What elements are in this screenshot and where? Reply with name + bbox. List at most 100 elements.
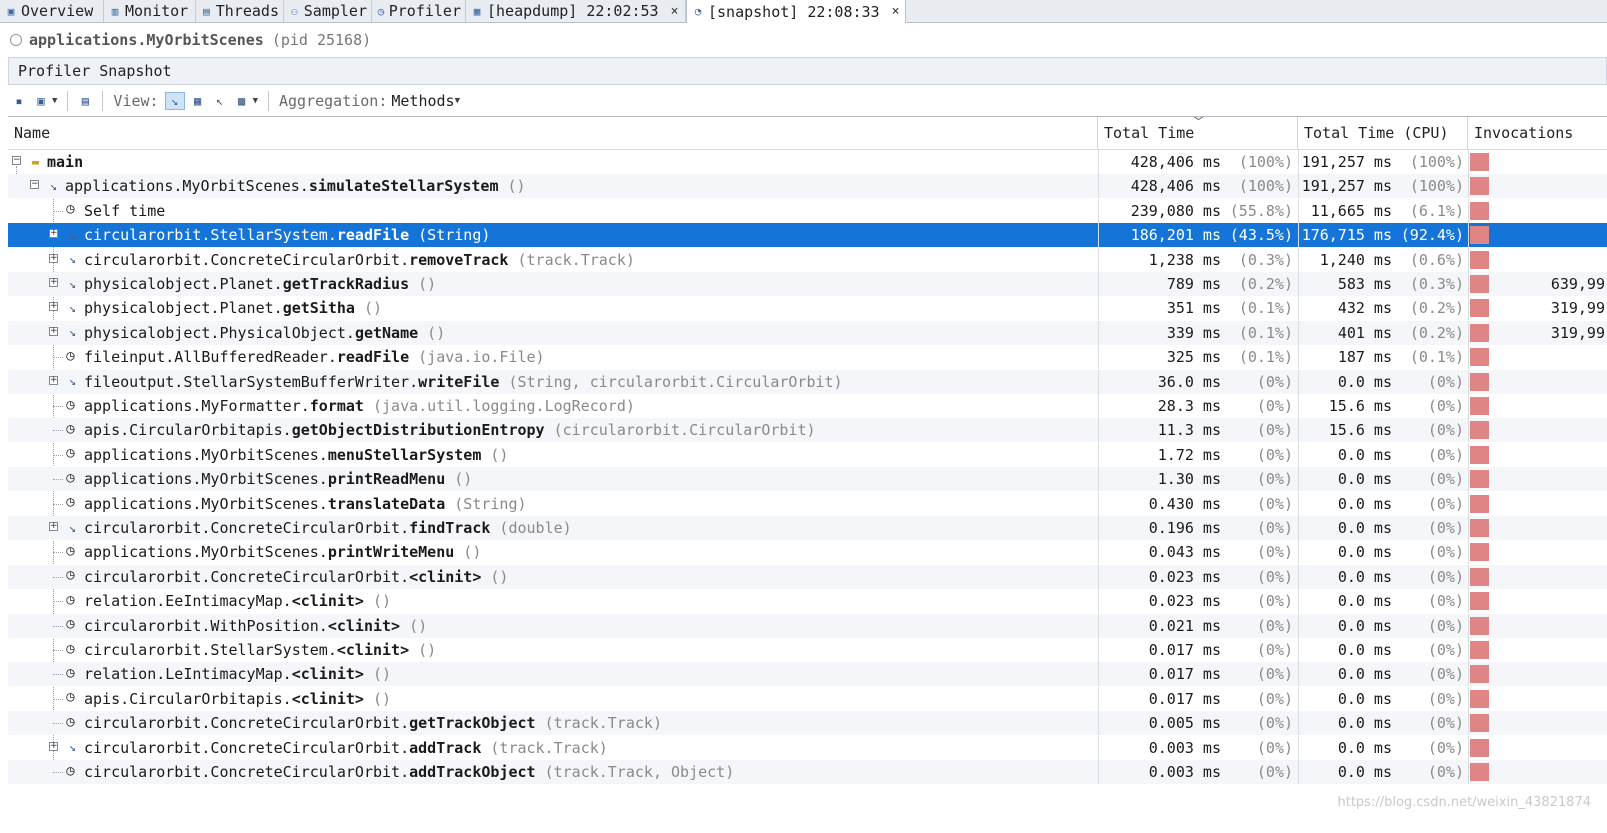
time-bar: [1470, 519, 1489, 537]
table-row[interactable]: ◷ apis.CircularOrbitapis.getObjectDistrib…: [8, 418, 1607, 443]
cpu-time-percent: (0%): [1427, 372, 1464, 391]
class-name: Self time: [84, 201, 166, 220]
cpu-time-value: 0.0 ms: [1337, 763, 1392, 781]
tab-snapshot[interactable]: ◔ [snapshot] 22:08:33 ×: [686, 0, 906, 23]
column-name[interactable]: Name: [8, 117, 1098, 149]
collapse-node-icon[interactable]: −: [12, 156, 21, 165]
table-row[interactable]: − ↘ applications.MyOrbitScenes.simulateSte…: [8, 174, 1607, 199]
method-name: circularorbit.WithPosition.<clinit> (): [84, 614, 427, 638]
view-dropdown-icon[interactable]: ▼: [253, 96, 258, 106]
method-label: getName: [354, 323, 419, 342]
time-bar: [1470, 299, 1489, 318]
total-time-percent: (0%): [1256, 616, 1293, 635]
toolbar-separator: [102, 90, 104, 111]
table-row[interactable]: ◷ circularorbit.ConcreteCircularOrbit.get…: [8, 711, 1607, 736]
self-time-clock-icon: ◷: [66, 567, 75, 584]
self-time-clock-icon: ◷: [66, 396, 75, 413]
invocations-value: [1488, 467, 1607, 491]
method-label: <clinit>: [336, 641, 410, 659]
name-cell: + ↘ physicalobject.PhysicalObject.getName …: [8, 321, 1098, 345]
expand-node-icon[interactable]: +: [49, 522, 58, 531]
method-name: fileinput.AllBufferedReader.readFile (ja…: [84, 345, 545, 369]
table-row[interactable]: ◷ applications.MyOrbitScenes.printReadMen…: [8, 467, 1607, 492]
table-row[interactable]: ◷ applications.MyOrbitScenes.menuStellarS…: [8, 442, 1607, 467]
total-time-value: 11.3 ms: [1157, 421, 1221, 440]
expand-node-icon[interactable]: +: [49, 741, 58, 751]
table-row[interactable]: + ↘ circularorbit.StellarSystem.readFile (…: [8, 223, 1607, 248]
name-cell: ◷ circularorbit.ConcreteCircularOrbit.<cl…: [8, 565, 1098, 589]
table-row[interactable]: ◷ applications.MyOrbitScenes.printWriteMe…: [8, 540, 1607, 565]
time-bar: [1470, 250, 1489, 269]
table-row[interactable]: ◷ applications.MyFormatter.format (java.u…: [8, 394, 1607, 418]
total-time-percent: (0%): [1256, 397, 1293, 415]
table-row[interactable]: + ↘ circularorbit.ConcreteCircularOrbit.ad…: [8, 735, 1607, 760]
method-label: printWriteMenu: [327, 543, 455, 562]
table-row[interactable]: ◷ relation.EeIntimacyMap.<clinit> () 0.023…: [8, 589, 1607, 614]
cpu-time-percent: (0.2%): [1409, 299, 1464, 318]
table-row[interactable]: ◷ circularorbit.ConcreteCircularOrbit.add…: [8, 760, 1607, 784]
method-label: getTrackRadius: [282, 275, 410, 293]
table-row[interactable]: − ▬ main 428,406 ms (100%) 191,257 ms (100%): [8, 150, 1607, 174]
expand-node-icon[interactable]: +: [49, 229, 58, 239]
class-name: circularorbit.StellarSystem.: [84, 226, 337, 245]
expand-node-icon[interactable]: +: [49, 302, 58, 312]
reverse-calls-view-icon[interactable]: ↖: [211, 93, 229, 109]
column-invocations[interactable]: Invocations: [1468, 117, 1607, 149]
table-row[interactable]: ◷ apis.CircularOrbitapis.<clinit> () 0.017…: [8, 686, 1607, 711]
table-row[interactable]: + ↘ physicalobject.PhysicalObject.getName …: [8, 320, 1607, 345]
total-time-value: 0.017 ms: [1148, 665, 1221, 684]
table-row[interactable]: + ↘ circularorbit.ConcreteCircularOrbit.fi…: [8, 516, 1607, 540]
time-bar: [1470, 323, 1489, 342]
table-row[interactable]: + ↘ fileoutput.StellarSystemBufferWriter.w…: [8, 369, 1607, 394]
column-total-time-cpu[interactable]: Total Time (CPU): [1298, 117, 1468, 149]
name-cell: ◷ applications.MyFormatter.format (java.u…: [8, 394, 1098, 418]
table-row[interactable]: ◷ circularorbit.WithPosition.<clinit> () 0…: [8, 613, 1607, 638]
close-tab-icon[interactable]: ×: [892, 4, 900, 19]
total-time-percent: (0%): [1256, 372, 1293, 391]
export-dropdown-icon[interactable]: ▼: [52, 96, 57, 106]
tab-sampler[interactable]: ⚇ Sampler: [284, 0, 372, 22]
expand-node-icon[interactable]: +: [49, 278, 58, 287]
tab-threads[interactable]: ▤ Threads: [196, 0, 284, 22]
column-divider: [1468, 686, 1469, 711]
save-snapshot-icon[interactable]: ▪: [10, 93, 28, 109]
table-row[interactable]: ◷ circularorbit.StellarSystem.<clinit> ()…: [8, 638, 1607, 662]
tab-label: [heapdump] 22:02:53: [487, 2, 659, 20]
method-label: readFile: [336, 226, 410, 245]
tree-branch-line: [53, 650, 63, 651]
collapse-node-icon[interactable]: −: [30, 180, 39, 190]
method-params: (): [445, 470, 473, 489]
method-params: (double): [490, 519, 572, 537]
cpu-time-value: 0.0 ms: [1337, 567, 1392, 586]
tab-heapdump[interactable]: ▦ [heapdump] 22:02:53 ×: [466, 0, 686, 22]
table-row[interactable]: + ↘ circularorbit.ConcreteCircularOrbit.re…: [8, 247, 1607, 272]
hot-spots-view-icon[interactable]: ▦: [189, 93, 207, 109]
expand-node-icon[interactable]: +: [49, 375, 58, 385]
table-row[interactable]: + ↘ physicalobject.Planet.getTrackRadius (…: [8, 272, 1607, 296]
table-row[interactable]: + ↘ physicalobject.Planet.getSitha () 351 m…: [8, 296, 1607, 321]
combined-view-icon[interactable]: ▩: [233, 93, 251, 109]
column-divider: [1468, 540, 1469, 565]
tab-monitor[interactable]: ▥ Monitor: [104, 0, 196, 22]
table-row[interactable]: ◷ Self time 239,080 ms (55.8%) 11,665 ms (6.1…: [8, 198, 1607, 223]
tab-overview[interactable]: ▣ Overview: [0, 0, 104, 22]
table-row[interactable]: ◷ fileinput.AllBufferedReader.readFile (j…: [8, 345, 1607, 370]
cpu-time-value: 176,715 ms: [1301, 226, 1392, 245]
table-row[interactable]: ◷ applications.MyOrbitScenes.translateDat…: [8, 491, 1607, 516]
tree-branch-line: [53, 576, 63, 578]
table-row[interactable]: ◷ circularorbit.ConcreteCircularOrbit.<cl…: [8, 564, 1607, 589]
total-time-percent: (0%): [1256, 567, 1293, 586]
snapshot-info-icon[interactable]: ▤: [76, 93, 94, 109]
column-divider: [1468, 345, 1469, 370]
tab-profiler[interactable]: ◷ Profiler: [372, 0, 466, 22]
export-icon[interactable]: ▣: [32, 93, 50, 109]
aggregation-dropdown-icon[interactable]: ▼: [455, 96, 460, 106]
call-tree-view-icon[interactable]: ↘: [164, 91, 185, 110]
expand-node-icon[interactable]: +: [49, 326, 58, 336]
aggregation-select[interactable]: Methods: [391, 92, 454, 110]
close-tab-icon[interactable]: ×: [671, 4, 679, 19]
total-time-value: 1.72 ms: [1157, 445, 1221, 464]
table-row[interactable]: ◷ relation.LeIntimacyMap.<clinit> () 0.017…: [8, 662, 1607, 687]
expand-node-icon[interactable]: +: [49, 253, 58, 263]
name-cell: ◷ apis.CircularOrbitapis.<clinit> (): [8, 687, 1098, 711]
